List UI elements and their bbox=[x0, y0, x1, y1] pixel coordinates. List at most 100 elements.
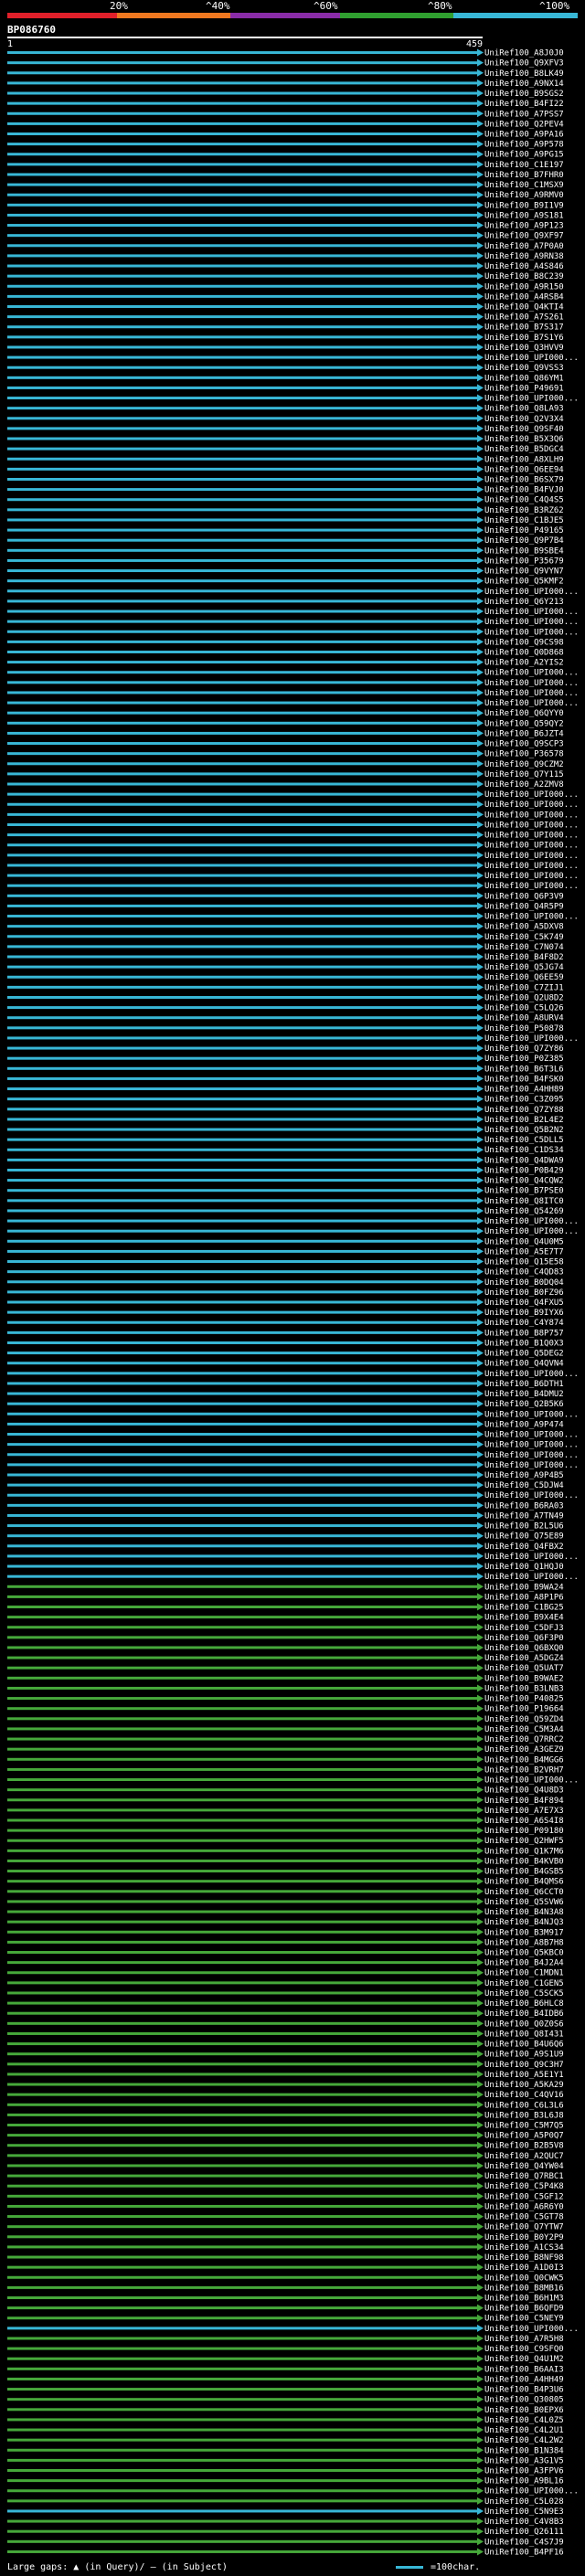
hit-label[interactable]: UniRef100_B3L6J8 bbox=[484, 2111, 564, 2120]
hit-label[interactable]: UniRef100_B8P757 bbox=[484, 1329, 564, 1338]
hit-label[interactable]: UniRef100_Q7Y115 bbox=[484, 770, 564, 779]
hit-label[interactable]: UniRef100_C4QD83 bbox=[484, 1268, 564, 1277]
hit-label[interactable]: UniRef100_Q30805 bbox=[484, 2396, 564, 2405]
hit-label[interactable]: UniRef100_P36578 bbox=[484, 750, 564, 759]
hit-label[interactable]: UniRef100_UPI000... bbox=[484, 1370, 579, 1379]
hit-label[interactable]: UniRef100_UPI000... bbox=[484, 1451, 579, 1460]
hit-label[interactable]: UniRef100_A5P0Q7 bbox=[484, 2132, 564, 2141]
hit-label[interactable]: UniRef100_Q7RRC2 bbox=[484, 1735, 564, 1744]
hit-label[interactable]: UniRef100_Q6P3V9 bbox=[484, 892, 564, 901]
hit-label[interactable]: UniRef100_C1BG25 bbox=[484, 1604, 564, 1613]
hit-label[interactable]: UniRef100_B9I1V9 bbox=[484, 201, 564, 210]
hit-label[interactable]: UniRef100_B9SBE4 bbox=[484, 546, 564, 556]
hit-label[interactable]: UniRef100_B7S317 bbox=[484, 323, 564, 333]
hit-label[interactable]: UniRef100_P49165 bbox=[484, 526, 564, 535]
hit-label[interactable]: UniRef100_A1D0I3 bbox=[484, 2263, 564, 2273]
hit-label[interactable]: UniRef100_C5NEY9 bbox=[484, 2315, 564, 2324]
hit-label[interactable]: UniRef100_A7R5H8 bbox=[484, 2335, 564, 2344]
hit-label[interactable]: UniRef100_B9X4E4 bbox=[484, 1614, 564, 1623]
hit-label[interactable]: UniRef100_Q54269 bbox=[484, 1207, 564, 1216]
hit-label[interactable]: UniRef100_C4L0Z5 bbox=[484, 2416, 564, 2425]
hit-label[interactable]: UniRef100_Q1K7M6 bbox=[484, 1847, 564, 1856]
hit-label[interactable]: UniRef100_B4U6Q6 bbox=[484, 2041, 564, 2050]
hit-label[interactable]: UniRef100_Q26111 bbox=[484, 2528, 564, 2537]
hit-label[interactable]: UniRef100_UPI000... bbox=[484, 1431, 579, 1440]
hit-label[interactable]: UniRef100_A9RN38 bbox=[484, 252, 564, 261]
hit-label[interactable]: UniRef100_B4FVJ0 bbox=[484, 486, 564, 495]
hit-label[interactable]: UniRef100_Q8LA93 bbox=[484, 405, 564, 414]
hit-label[interactable]: UniRef100_A5DXV8 bbox=[484, 923, 564, 932]
hit-label[interactable]: UniRef100_C4QV16 bbox=[484, 2091, 564, 2100]
hit-label[interactable]: UniRef100_B4PF16 bbox=[484, 2548, 564, 2557]
hit-label[interactable]: UniRef100_B4DMU2 bbox=[484, 1390, 564, 1399]
hit-label[interactable]: UniRef100_A9P474 bbox=[484, 1420, 564, 1429]
hit-label[interactable]: UniRef100_B6JZT4 bbox=[484, 729, 564, 738]
hit-label[interactable]: UniRef100_Q59QY2 bbox=[484, 719, 564, 728]
hit-label[interactable]: UniRef100_C4Q4S5 bbox=[484, 496, 564, 505]
hit-label[interactable]: UniRef100_UPI000... bbox=[484, 1410, 579, 1419]
hit-label[interactable]: UniRef100_C1E197 bbox=[484, 161, 564, 170]
hit-label[interactable]: UniRef100_UPI000... bbox=[484, 800, 579, 810]
hit-label[interactable]: UniRef100_Q4U8D3 bbox=[484, 1786, 564, 1796]
hit-label[interactable]: UniRef100_Q6QYY0 bbox=[484, 709, 564, 718]
hit-label[interactable]: UniRef100_Q0Z0S6 bbox=[484, 2019, 564, 2029]
hit-label[interactable]: UniRef100_P0B429 bbox=[484, 1166, 564, 1175]
hit-label[interactable]: UniRef100_C1DS34 bbox=[484, 1146, 564, 1155]
hit-label[interactable]: UniRef100_A2QUC7 bbox=[484, 2152, 564, 2161]
hit-label[interactable]: UniRef100_C7ZIJ1 bbox=[484, 983, 564, 992]
hit-label[interactable]: UniRef100_UPI000... bbox=[484, 1461, 579, 1470]
hit-label[interactable]: UniRef100_B6QFD9 bbox=[484, 2305, 564, 2314]
hit-label[interactable]: UniRef100_C6L3L6 bbox=[484, 2101, 564, 2110]
hit-label[interactable]: UniRef100_A7S261 bbox=[484, 313, 564, 323]
hit-label[interactable]: UniRef100_C1MSX9 bbox=[484, 181, 564, 190]
hit-label[interactable]: UniRef100_A8P1P6 bbox=[484, 1593, 564, 1602]
hit-label[interactable]: UniRef100_Q4DWA9 bbox=[484, 1156, 564, 1165]
hit-label[interactable]: UniRef100_UPI000... bbox=[484, 2487, 579, 2496]
hit-label[interactable]: UniRef100_B4GSB5 bbox=[484, 1868, 564, 1877]
hit-label[interactable]: UniRef100_C4Y874 bbox=[484, 1319, 564, 1328]
hit-label[interactable]: UniRef100_C1MDN1 bbox=[484, 1969, 564, 1978]
hit-label[interactable]: UniRef100_Q4QVN4 bbox=[484, 1360, 564, 1369]
hit-label[interactable]: UniRef100_P0Z385 bbox=[484, 1055, 564, 1064]
hit-label[interactable]: UniRef100_Q9SCP3 bbox=[484, 740, 564, 749]
hit-label[interactable]: UniRef100_B4N3A8 bbox=[484, 1908, 564, 1917]
hit-label[interactable]: UniRef100_UPI000... bbox=[484, 913, 579, 922]
hit-label[interactable]: UniRef100_C1BJE5 bbox=[484, 516, 564, 525]
hit-label[interactable]: UniRef100_UPI000... bbox=[484, 669, 579, 678]
hit-label[interactable]: UniRef100_A8URV4 bbox=[484, 1014, 564, 1023]
hit-label[interactable]: UniRef100_B7FHR0 bbox=[484, 171, 564, 180]
hit-label[interactable]: UniRef100_B8LK49 bbox=[484, 69, 564, 79]
hit-label[interactable]: UniRef100_Q9C3H7 bbox=[484, 2061, 564, 2070]
hit-label[interactable]: UniRef100_A4HH49 bbox=[484, 2375, 564, 2384]
hit-label[interactable]: UniRef100_Q2PEV4 bbox=[484, 120, 564, 129]
hit-label[interactable]: UniRef100_UPI000... bbox=[484, 588, 579, 597]
hit-label[interactable]: UniRef100_Q9SF40 bbox=[484, 425, 564, 434]
hit-label[interactable]: UniRef100_B7PSE0 bbox=[484, 1187, 564, 1196]
hit-label[interactable]: UniRef100_Q7RBC1 bbox=[484, 2172, 564, 2181]
hit-label[interactable]: UniRef100_A6S4I8 bbox=[484, 1817, 564, 1826]
hit-label[interactable]: UniRef100_C5M7Q5 bbox=[484, 2122, 564, 2131]
hit-label[interactable]: UniRef100_A5KA29 bbox=[484, 2081, 564, 2090]
hit-label[interactable]: UniRef100_UPI000... bbox=[484, 1441, 579, 1450]
hit-label[interactable]: UniRef100_Q9P7B4 bbox=[484, 536, 564, 546]
hit-label[interactable]: UniRef100_Q7ZY88 bbox=[484, 1106, 564, 1115]
hit-label[interactable]: UniRef100_A5E7T7 bbox=[484, 1247, 564, 1256]
hit-label[interactable]: UniRef100_Q6CCT0 bbox=[484, 1888, 564, 1897]
hit-label[interactable]: UniRef100_A7TN49 bbox=[484, 1511, 564, 1521]
hit-label[interactable]: UniRef100_Q0CWK5 bbox=[484, 2274, 564, 2283]
hit-label[interactable]: UniRef100_Q6EE59 bbox=[484, 973, 564, 982]
hit-label[interactable]: UniRef100_C7N074 bbox=[484, 943, 564, 952]
hit-label[interactable]: UniRef100_UPI000... bbox=[484, 1553, 579, 1562]
hit-label[interactable]: UniRef100_B4NJQ3 bbox=[484, 1918, 564, 1927]
hit-label[interactable]: UniRef100_B4FSK0 bbox=[484, 1075, 564, 1084]
hit-label[interactable]: UniRef100_B0FZ96 bbox=[484, 1288, 564, 1298]
hit-label[interactable]: UniRef100_C5N9E3 bbox=[484, 2507, 564, 2517]
hit-label[interactable]: UniRef100_UPI000... bbox=[484, 395, 579, 404]
hit-label[interactable]: UniRef100_B4FI22 bbox=[484, 100, 564, 109]
hit-label[interactable]: UniRef100_Q5B2N2 bbox=[484, 1126, 564, 1135]
hit-label[interactable]: UniRef100_C1GEN5 bbox=[484, 1979, 564, 1988]
hit-label[interactable]: UniRef100_P50878 bbox=[484, 1024, 564, 1034]
hit-label[interactable]: UniRef100_C5K749 bbox=[484, 933, 564, 942]
hit-label[interactable]: UniRef100_A3FPV6 bbox=[484, 2467, 564, 2476]
hit-label[interactable]: UniRef100_A2ZMV8 bbox=[484, 780, 564, 790]
